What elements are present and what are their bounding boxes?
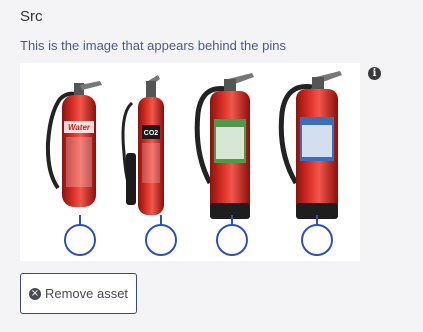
horn (126, 153, 136, 205)
pin-marker[interactable] (145, 224, 177, 256)
field-title: Src (20, 8, 43, 25)
handle (80, 81, 102, 90)
extinguisher-green (194, 73, 254, 219)
instructions-panel (142, 143, 160, 183)
extinguisher-co2: CO2 (121, 75, 164, 215)
extinguisher-label: CO2 (144, 130, 159, 137)
info-icon[interactable]: i (368, 67, 381, 80)
extinguisher-label: Water (68, 123, 91, 132)
asset-image-preview: Water CO2 (20, 63, 360, 261)
valve (146, 81, 156, 99)
times-circle-icon: × (28, 287, 41, 300)
instructions-panel (66, 137, 92, 187)
extinguisher-blue (278, 71, 342, 219)
instructions-panel (216, 127, 244, 159)
extinguishers-image: Water CO2 (45, 71, 342, 256)
instructions-panel (302, 125, 332, 157)
remove-asset-label: Remove asset (44, 286, 129, 301)
pin-marker[interactable] (216, 224, 248, 256)
pin-marker[interactable] (301, 224, 333, 256)
extinguisher-water: Water (45, 81, 102, 207)
remove-asset-button[interactable]: × Remove asset (20, 273, 137, 314)
field-description: This is the image that appears behind th… (20, 38, 286, 53)
pins (64, 215, 333, 256)
pin-marker[interactable] (64, 224, 96, 256)
src-field-panel: Src This is the image that appears behin… (0, 0, 423, 332)
base (210, 203, 250, 219)
